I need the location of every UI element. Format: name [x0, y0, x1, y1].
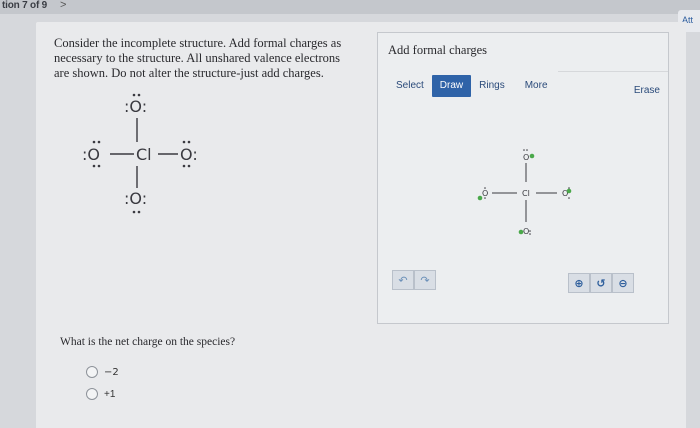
- charge-marker-left: [477, 195, 483, 201]
- tool-select[interactable]: Select: [388, 75, 432, 97]
- option-label: +1: [104, 388, 116, 400]
- right-oxygen: O:: [180, 145, 198, 164]
- erase-button[interactable]: Erase: [634, 85, 660, 96]
- undo-redo-group: ↶ ↷: [392, 270, 436, 290]
- radio-plus-1[interactable]: [86, 388, 98, 400]
- option-minus-2[interactable]: −2: [86, 366, 119, 378]
- net-charge-question: What is the net charge on the species?: [60, 336, 236, 348]
- tool-draw[interactable]: Draw: [431, 75, 472, 97]
- radio-minus-2[interactable]: [86, 366, 98, 378]
- center-chlorine: Cl: [136, 145, 152, 164]
- charge-marker-bottom: [518, 229, 524, 235]
- editor-toolbar: Select Draw Rings More: [388, 75, 556, 97]
- lewis-structure: :O: :O Cl O: :O:: [82, 93, 198, 214]
- canvas-left-oxygen[interactable]: O: [482, 189, 488, 198]
- bottom-oxygen: :O:: [124, 189, 147, 208]
- toolbar-divider: [558, 71, 668, 72]
- undo-icon[interactable]: ↶: [392, 270, 414, 290]
- reset-view-icon[interactable]: ↺: [590, 273, 612, 293]
- option-label: −2: [104, 366, 119, 378]
- charge-marker-right: [566, 188, 572, 194]
- next-question-arrow[interactable]: >: [60, 0, 66, 11]
- tool-rings[interactable]: Rings: [471, 75, 513, 97]
- editor-title: Add formal charges: [388, 43, 488, 57]
- charge-marker-top: [529, 153, 535, 159]
- option-plus-1[interactable]: +1: [86, 388, 115, 400]
- left-oxygen: :O: [82, 145, 100, 164]
- zoom-out-icon[interactable]: ⊖: [612, 273, 634, 293]
- canvas-bottom-oxygen[interactable]: O: [523, 227, 529, 236]
- zoom-in-icon[interactable]: ⊕: [568, 273, 590, 293]
- question-prompt: Consider the incomplete structure. Add f…: [54, 36, 342, 80]
- top-bar: [0, 0, 700, 14]
- question-counter: tion 7 of 9: [2, 0, 48, 11]
- canvas-center-chlorine[interactable]: Cl: [522, 189, 530, 198]
- structure-editor: Add formal charges Select Draw Rings Mor…: [377, 32, 669, 324]
- redo-icon[interactable]: ↷: [414, 270, 436, 290]
- tool-more[interactable]: More: [517, 75, 556, 97]
- canvas-top-oxygen[interactable]: O: [523, 153, 529, 162]
- zoom-controls: ⊕ ↺ ⊖: [568, 273, 634, 293]
- drawing-canvas[interactable]: O O Cl O O: [468, 138, 588, 258]
- top-oxygen: :O:: [124, 97, 147, 116]
